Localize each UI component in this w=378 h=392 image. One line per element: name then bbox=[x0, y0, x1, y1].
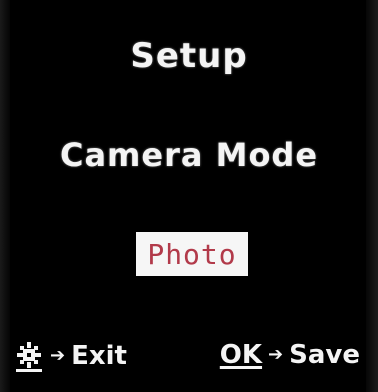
camera-mode-selector[interactable]: Photo bbox=[136, 232, 248, 276]
menu-key-icon bbox=[16, 342, 42, 372]
camera-mode-value: Photo bbox=[147, 237, 237, 271]
save-label: Save bbox=[289, 340, 360, 370]
menu-item-label: Camera Mode bbox=[59, 136, 319, 174]
save-hint[interactable]: OK ➔ Save bbox=[220, 340, 360, 370]
arrow-right-icon: ➔ bbox=[50, 345, 66, 366]
exit-label: Exit bbox=[71, 341, 127, 371]
exit-hint[interactable]: ➔ Exit bbox=[14, 340, 127, 372]
arrow-right-icon: ➔ bbox=[268, 344, 284, 365]
ok-key-label: OK bbox=[219, 340, 263, 370]
camera-setup-screen: Setup Camera Mode Photo ➔ Exit OK ➔ Save bbox=[0, 0, 378, 392]
page-title: Setup bbox=[130, 36, 248, 76]
